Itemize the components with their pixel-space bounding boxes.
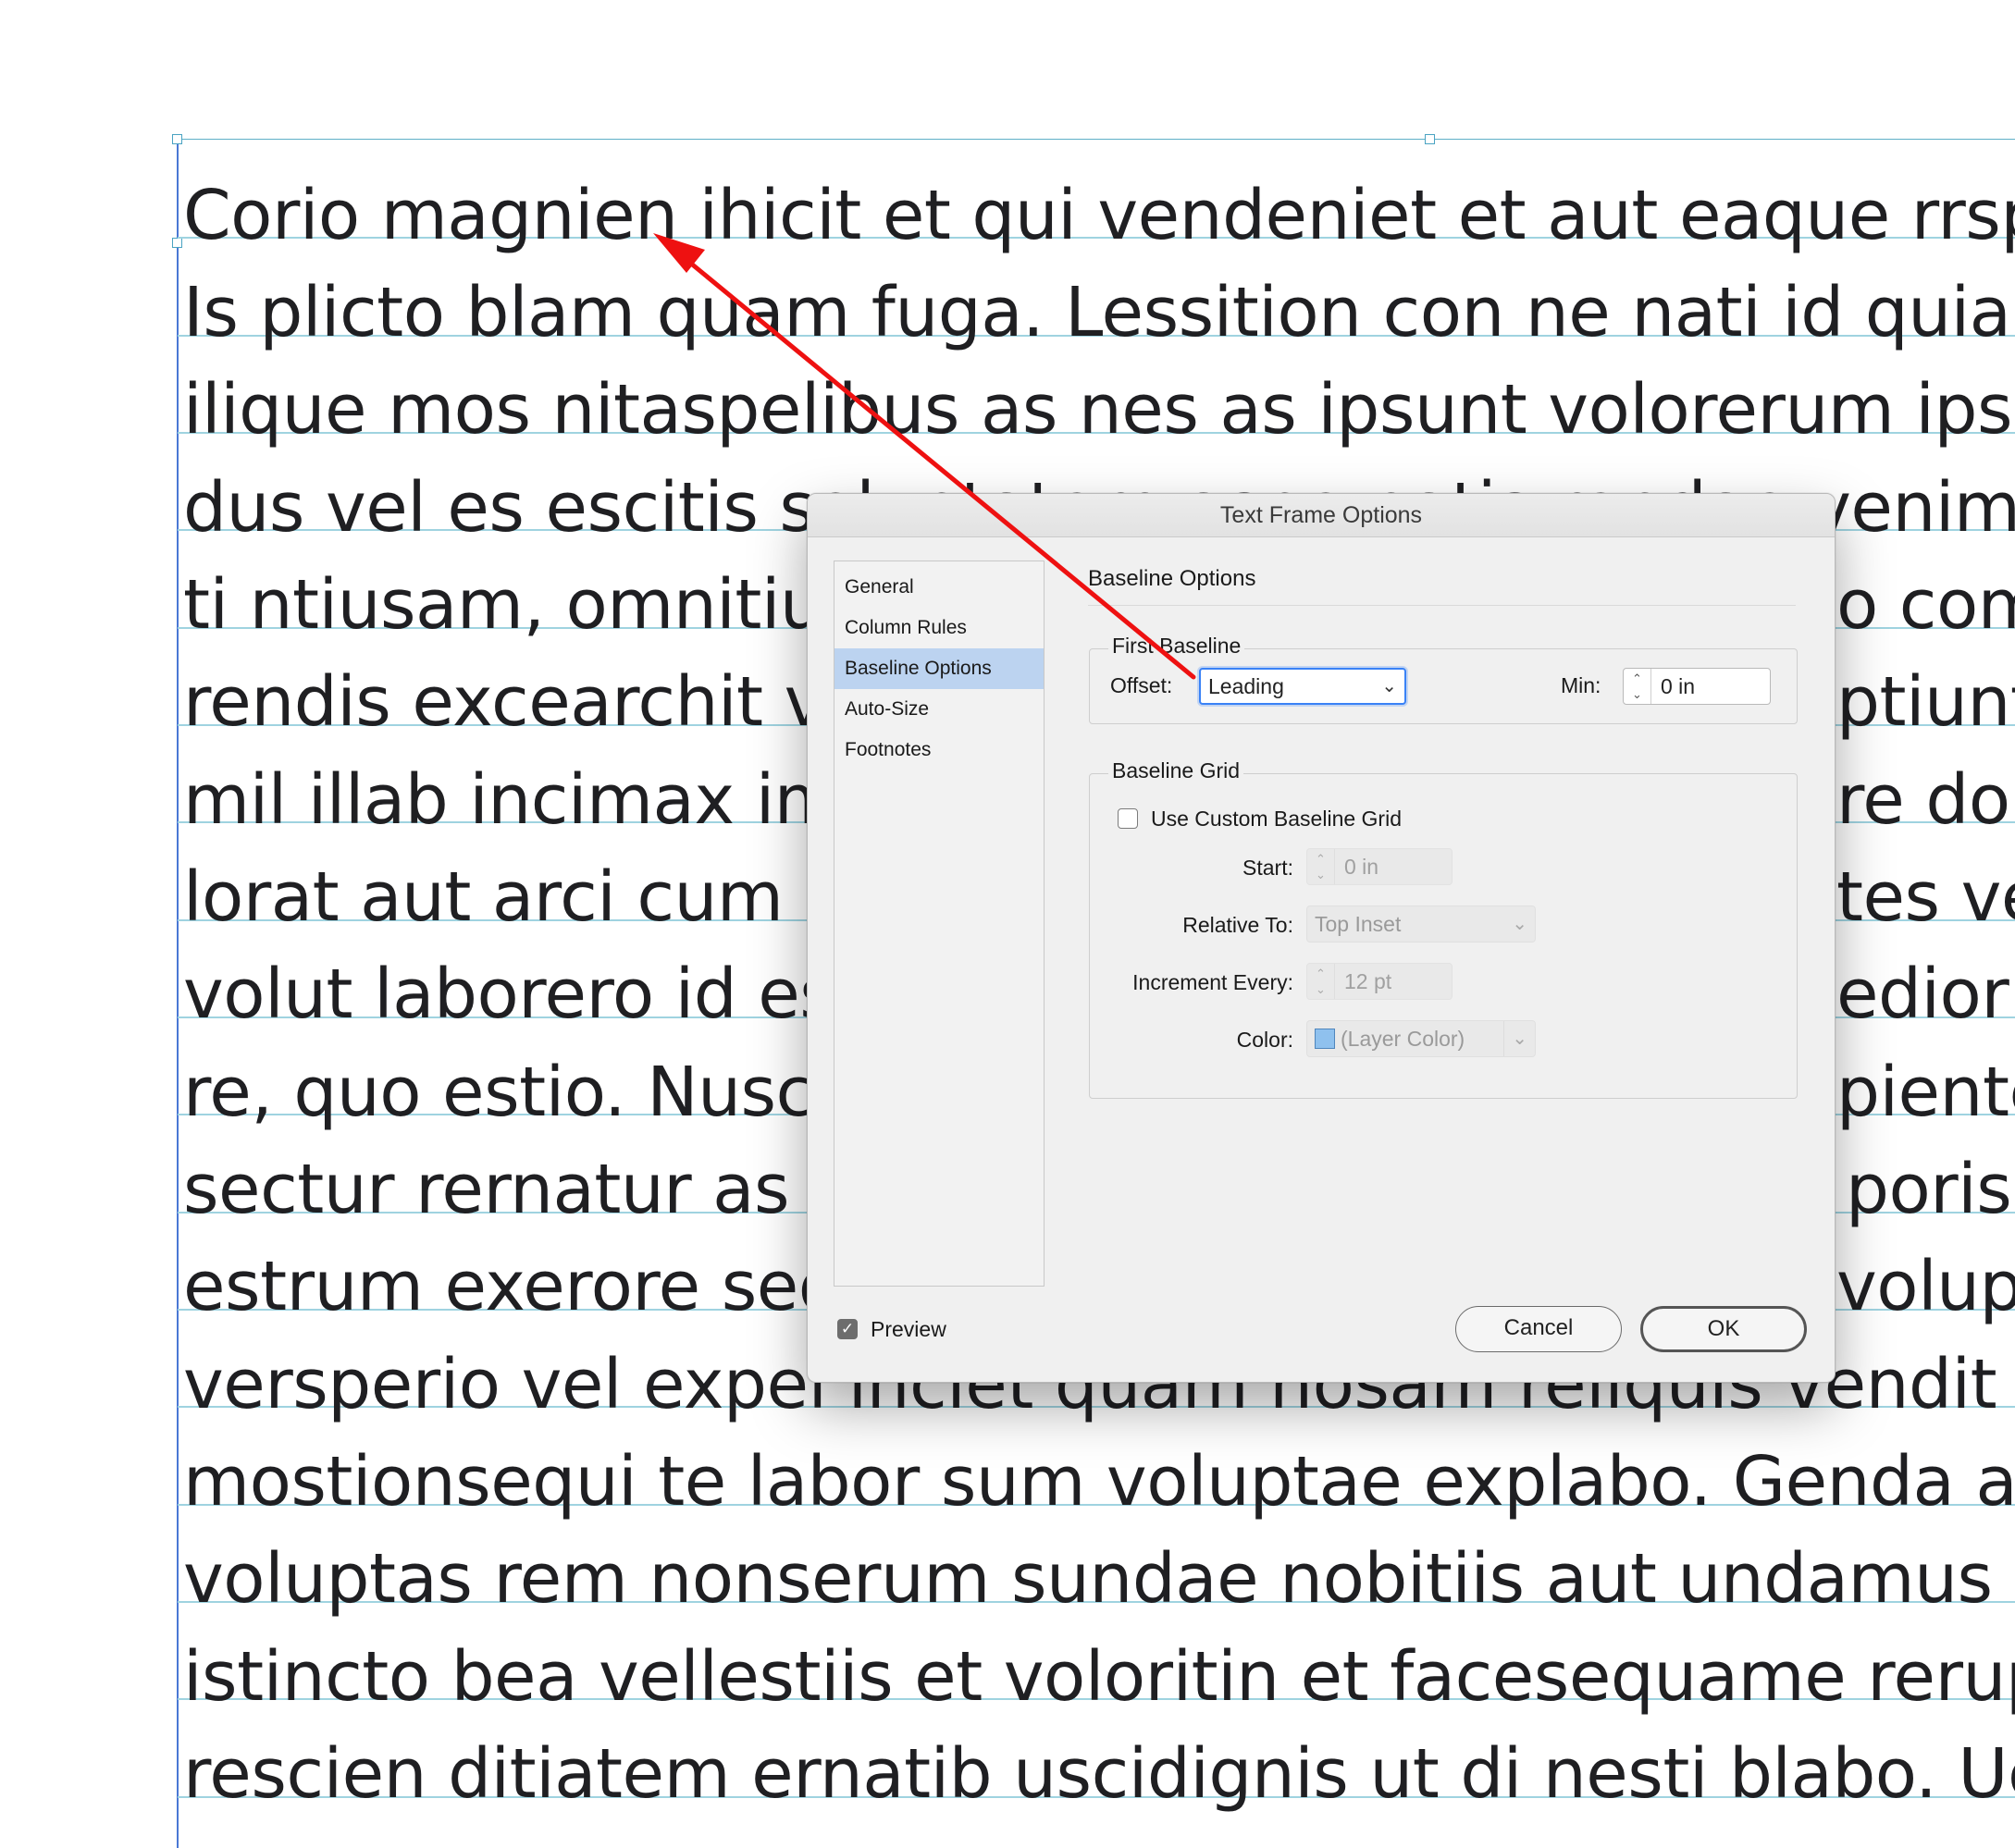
min-label: Min: xyxy=(1561,673,1601,697)
first-baseline-group-label: First Baseline xyxy=(1108,634,1245,659)
category-general[interactable]: General xyxy=(834,567,1044,608)
stepper-arrows-icon[interactable]: ⌃ ⌄ xyxy=(1307,964,1335,999)
options-category-list: General Column Rules Baseline Options Au… xyxy=(834,561,1045,1287)
relative-to-dropdown[interactable]: Top Inset ⌄ xyxy=(1306,906,1536,942)
category-footnotes[interactable]: Footnotes xyxy=(834,730,1044,770)
min-value: 0 in xyxy=(1661,674,1696,698)
relative-to-label: Relative To: xyxy=(1182,913,1293,937)
offset-label: Offset: xyxy=(1110,673,1173,697)
text-line: mostionsequi te labor sum voluptae expla… xyxy=(183,1442,2015,1522)
start-label: Start: xyxy=(1242,856,1293,880)
text-frame-top-edge xyxy=(178,139,2015,140)
category-auto-size[interactable]: Auto-Size xyxy=(834,689,1044,730)
chevron-down-icon: ⌄ xyxy=(1381,676,1397,696)
chevron-down-icon: ⌄ xyxy=(1512,914,1527,934)
stepper-arrows-icon[interactable]: ⌃ ⌄ xyxy=(1307,849,1335,884)
frame-handle-top-middle[interactable] xyxy=(1425,134,1435,144)
use-custom-grid-checkbox[interactable] xyxy=(1118,808,1138,829)
chevron-down-icon: ⌄ xyxy=(1503,1021,1527,1056)
start-field[interactable]: ⌃ ⌄ 0 in xyxy=(1306,848,1453,885)
section-divider xyxy=(1088,605,1796,606)
text-frame-options-dialog: Text Frame Options General Column Rules … xyxy=(807,493,1836,1383)
section-title: Baseline Options xyxy=(1088,566,1256,591)
text-fragment: edior s xyxy=(1836,955,2015,1034)
relative-to-value: Top Inset xyxy=(1315,912,1402,936)
text-fragment: ptiunt xyxy=(1836,662,2015,742)
ok-button[interactable]: OK xyxy=(1640,1306,1807,1352)
text-fragment: poris xyxy=(1846,1150,2012,1229)
text-fragment: tes ve xyxy=(1836,857,2015,937)
layer-color-swatch xyxy=(1315,1028,1335,1049)
text-fragment: o com xyxy=(1836,565,2015,645)
text-line: voluptas rem nonserum sundae nobitiis au… xyxy=(183,1539,2015,1619)
text-line: ilique mos nitaspelibus as nes as ipsunt… xyxy=(183,370,2015,450)
category-baseline-options[interactable]: Baseline Options xyxy=(834,648,1044,689)
offset-value: Leading xyxy=(1208,674,1284,698)
cancel-button[interactable]: Cancel xyxy=(1455,1306,1622,1352)
first-baseline-group: First Baseline Offset: Leading ⌄ Min: ⌃ ⌄… xyxy=(1089,634,1798,724)
start-value: 0 in xyxy=(1344,855,1379,879)
use-custom-grid-label: Use Custom Baseline Grid xyxy=(1151,807,1402,831)
preview-checkbox[interactable]: ✓ xyxy=(837,1319,858,1339)
text-fragment: volupt xyxy=(1836,1247,2015,1326)
offset-dropdown[interactable]: Leading ⌄ xyxy=(1199,668,1406,705)
grid-color-value: (Layer Color) xyxy=(1341,1027,1465,1051)
text-line: Corio magnien ihicit et qui vendeniet et… xyxy=(183,176,2015,255)
text-fragment: re dole xyxy=(1836,760,2015,840)
preview-label: Preview xyxy=(871,1317,946,1341)
stepper-arrows-icon[interactable]: ⌃ ⌄ xyxy=(1624,669,1651,704)
dialog-title[interactable]: Text Frame Options xyxy=(808,494,1835,537)
frame-handle-first-baseline[interactable] xyxy=(172,238,182,248)
text-fragment: piente xyxy=(1836,1053,2015,1132)
baseline-grid-group: Baseline Grid Use Custom Baseline Grid S… xyxy=(1089,758,1798,1099)
text-line: istincto bea vellestiis et voloritin et … xyxy=(183,1637,2015,1717)
increment-every-label: Increment Every: xyxy=(1132,970,1293,994)
text-line: Is plicto blam quam fuga. Lessition con … xyxy=(183,273,2015,352)
category-column-rules[interactable]: Column Rules xyxy=(834,608,1044,648)
grid-color-dropdown[interactable]: (Layer Color) ⌄ xyxy=(1306,1020,1536,1057)
text-line: rescien ditiatem ernatib uscidignis ut d… xyxy=(183,1734,2015,1814)
increment-every-value: 12 pt xyxy=(1344,969,1392,993)
min-field[interactable]: ⌃ ⌄ 0 in xyxy=(1623,668,1771,705)
frame-handle-top-left[interactable] xyxy=(172,134,182,144)
color-label: Color: xyxy=(1236,1028,1293,1052)
baseline-grid-group-label: Baseline Grid xyxy=(1108,758,1244,783)
increment-every-field[interactable]: ⌃ ⌄ 12 pt xyxy=(1306,963,1453,1000)
text-frame-left-edge xyxy=(177,139,179,1848)
